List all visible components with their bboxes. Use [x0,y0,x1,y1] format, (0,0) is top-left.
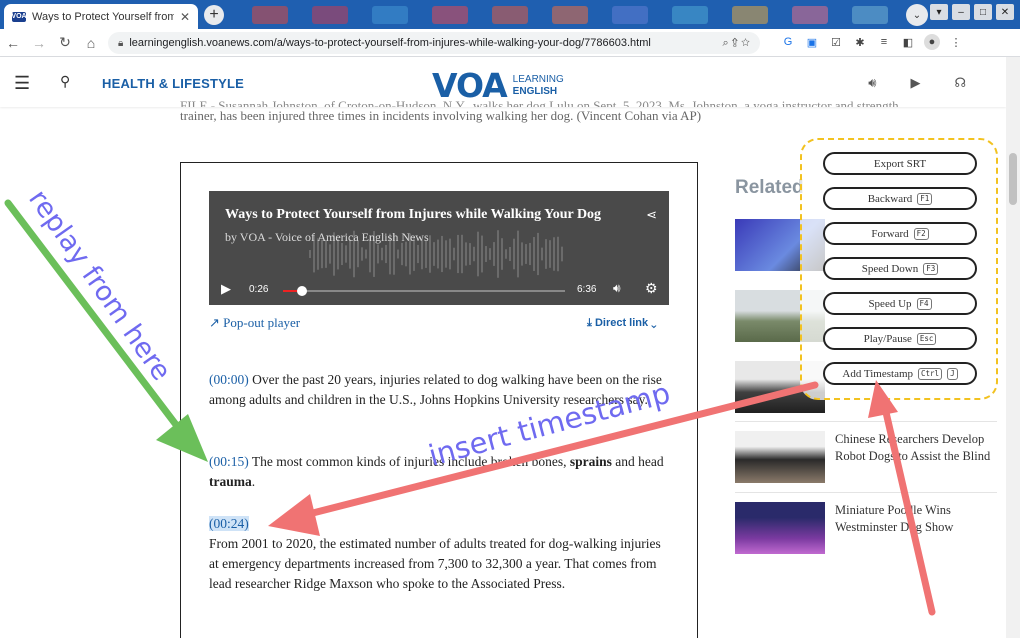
annotation-overlay: replay from here insert timestamp [4,184,936,616]
screenshot-root: VOA Ways to Protect Yourself from Inj ✕ … [0,0,1020,638]
red-arrow-up-head [868,380,898,418]
green-arrow-head [156,414,208,462]
annotation-replay-text: replay from here [22,184,177,386]
red-arrow-head [268,494,320,536]
green-arrow-shaft [4,199,184,434]
red-arrow-up-shaft [881,404,936,616]
annotation-insert-text: insert timestamp [425,376,674,473]
